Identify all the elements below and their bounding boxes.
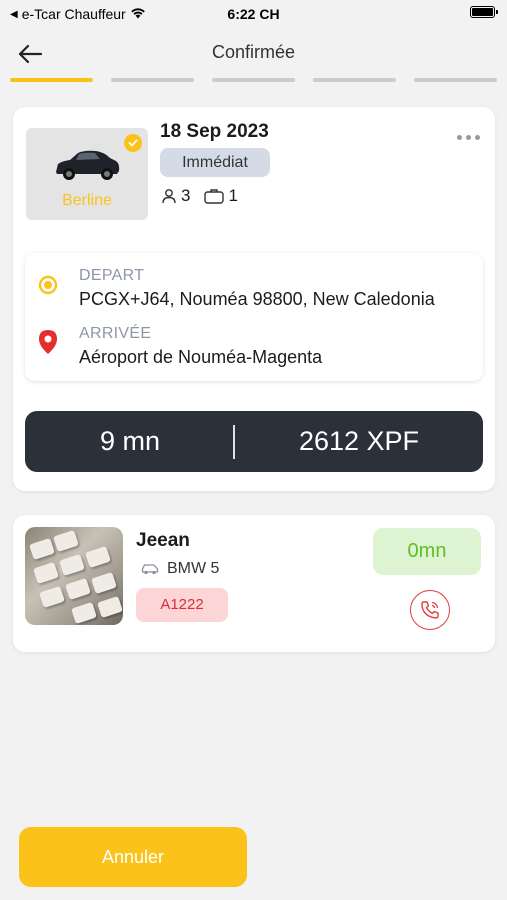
progress-step-4 [313, 78, 396, 82]
departure-address: PCGX+J64, Nouméa 98800, New Caledonia [79, 289, 435, 309]
license-plate-badge: A1222 [136, 588, 228, 622]
driver-card: Jeean BMW 5 A1222 0mn [13, 515, 495, 652]
trip-price: 2612 XPF [298, 426, 420, 456]
more-options-button[interactable] [453, 129, 483, 145]
keyboard-key [59, 553, 85, 577]
dot [474, 134, 480, 140]
status-bar: ◀ e-Tcar Chauffeur 6:22 CH [0, 0, 507, 28]
keyboard-key [85, 545, 111, 569]
keyboard-key [91, 571, 117, 595]
car-icon [141, 564, 159, 575]
arrival-label: ARRIVÉE [79, 325, 152, 342]
trip-summary-bar: 9 mn 2612 XPF [25, 411, 483, 472]
sedan-car-icon [56, 150, 120, 180]
keyboard-key [65, 577, 91, 601]
ride-type-badge: Immédiat [160, 148, 270, 177]
pickup-dot-icon [38, 275, 58, 300]
arrival-address: Aéroport de Nouméa-Magenta [79, 347, 323, 367]
keyboard-key [29, 537, 55, 561]
luggage-count: 1 [228, 186, 238, 205]
nav-bar: Confirmée [0, 28, 507, 78]
dot [465, 134, 471, 140]
trip-duration: 9 mn [99, 426, 161, 456]
driver-name: Jeean [136, 530, 190, 551]
keyboard-key [71, 601, 97, 625]
progress-step-3 [212, 78, 295, 82]
capacity-row: 3 1 [161, 186, 238, 206]
keyboard-key [97, 595, 123, 619]
keyboard-key [53, 529, 79, 553]
keyboard-key [39, 585, 65, 609]
vehicle-row: BMW 5 [141, 560, 219, 578]
status-time: 6:22 CH [227, 6, 280, 22]
person-icon [161, 188, 177, 204]
luggage-icon [204, 188, 225, 204]
car-type-label: Berline [62, 192, 112, 209]
driver-avatar [25, 527, 123, 625]
phone-call-icon [421, 601, 439, 619]
ride-date: 18 Sep 2023 [160, 121, 269, 142]
progress-step-2 [111, 78, 194, 82]
passenger-count: 3 [181, 186, 191, 205]
selected-check-icon [124, 134, 142, 152]
cancel-button[interactable]: Annuler [19, 827, 247, 887]
progress-step-5 [414, 78, 497, 82]
dot [456, 134, 462, 140]
eta-badge: 0mn [373, 528, 481, 575]
progress-steps [0, 78, 507, 84]
vehicle-model: BMW 5 [167, 560, 220, 577]
ride-card: Berline 18 Sep 2023 Immédiat 3 1 DEPART … [13, 107, 495, 491]
page-title: Confirmée [211, 42, 296, 62]
call-driver-button[interactable] [410, 590, 450, 630]
battery-icon [470, 6, 498, 18]
progress-step-1 [10, 78, 93, 82]
departure-label: DEPART [79, 267, 145, 284]
address-box: DEPART PCGX+J64, Nouméa 98800, New Caled… [25, 253, 483, 381]
keyboard-key [33, 561, 59, 585]
car-type-tile[interactable]: Berline [26, 128, 148, 220]
map-pin-icon [38, 329, 58, 360]
